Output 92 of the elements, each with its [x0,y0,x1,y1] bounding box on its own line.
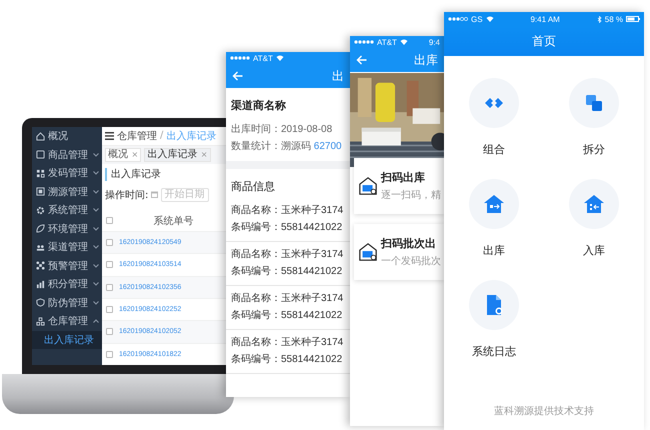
info-line: 出库时间：2019-08-08 [230,122,334,137]
dealer-name: 渠道商名称 [230,98,287,114]
menu-card[interactable]: 扫码批次出 一个发码批次 [354,224,444,280]
tile-button[interactable] [469,280,519,330]
menu-icon[interactable] [105,132,114,140]
section-title: 商品信息 [230,180,276,195]
squares-icon [583,92,605,114]
grid-icon [36,168,45,178]
carrier-name: AT&T [377,38,397,46]
tile-button[interactable] [569,78,619,128]
checkbox[interactable] [106,350,113,358]
card-title: 扫码批次出 [381,236,437,251]
back-arrow-icon[interactable] [232,71,243,81]
sidebar-item[interactable]: 积分管理 [32,275,102,294]
sidebar-item[interactable]: 概况 [32,127,102,146]
tile-button[interactable] [469,78,519,128]
card-title: 扫码出库 [381,170,426,185]
product-name: 商品名称：玉米种子3174 [230,248,344,262]
footer-text: 蓝科溯源提供技术支持 [493,404,595,418]
tab[interactable]: 出入库记录 × [144,148,210,162]
breadcrumb-separator: / [160,130,164,142]
carrier-name: GS [471,14,483,24]
sidebar-item[interactable]: 仓库管理 [32,312,102,330]
checkbox[interactable] [106,238,113,246]
filter-label: 操作时间: [105,188,148,202]
clock: 9:41 AM [530,14,560,24]
sidebar-item[interactable]: 发码管理 [32,164,102,182]
sidebar-item[interactable]: 预警管理 [32,256,102,275]
carrier-name: AT&T [253,54,273,62]
menu-card[interactable]: 扫码出库 逐一扫码，精 [354,158,444,214]
checkbox[interactable] [106,284,113,291]
signal-icon [230,56,250,60]
people-icon [36,242,45,252]
product-name: 商品名称：玉米种子3174 [230,292,344,306]
sidebar-item[interactable]: 环境管理 [32,220,102,238]
house-arrow-icon [583,193,605,215]
tab[interactable]: 概况 × [105,148,142,162]
leaf-icon [36,224,45,234]
card-description: 逐一扫码，精 [381,188,441,202]
tile-label: 入库 [583,244,605,258]
checkbox[interactable] [106,306,113,314]
barcode-number: 条码编号：55814421022 [230,220,344,235]
sidebar-item[interactable]: 商品管理 [32,146,102,164]
tile-label: 组合 [483,143,505,157]
house-icon [36,132,45,141]
product-name: 商品名称：玉米种子3174 [230,336,344,350]
bluetooth-icon [596,16,602,22]
tile-label: 拆分 [583,143,605,157]
grid-icon [36,261,45,270]
checkbox[interactable] [106,328,113,336]
date-field[interactable]: 开始日期 [161,188,210,202]
breadcrumb-current: 出入库记录 [166,130,216,143]
network-icon [36,316,45,326]
calendar-icon [151,191,158,198]
screen-title: 出库 [414,52,438,68]
card-description: 一个发码批次 [381,254,441,268]
breadcrumb-link[interactable]: 仓库管理 [117,128,157,143]
signal-icon [448,17,468,21]
sidebar-item[interactable]: 系统管理 [32,201,102,220]
battery-icon [626,16,640,22]
info-line: 数量统计：溯源码 62700 [230,140,343,154]
checkbox[interactable] [106,261,113,268]
signal-icon [354,40,374,44]
sidebar-item[interactable]: 溯源管理 [32,182,102,201]
wifi-icon [400,39,408,45]
barcode-number: 条码编号：55814421022 [230,264,344,279]
sidebar-item[interactable]: 渠道管理 [32,238,102,256]
house-screen-icon [358,176,378,196]
wifi-icon [486,16,494,22]
product-name: 商品名称：玉米种子3174 [230,204,344,218]
house-screen-icon [358,242,378,262]
sidebar-item[interactable]: 防伪管理 [32,294,102,312]
tile-button[interactable] [569,179,619,229]
battery-percent: 58 % [604,14,623,24]
house-arrow-icon [483,193,505,215]
square-icon [36,187,45,196]
sidebar-subitem[interactable]: 出入库记录 [32,330,102,349]
column-header: 系统单号 [152,214,194,228]
shield-icon [36,298,45,308]
chart-icon [36,280,45,289]
tile-button[interactable] [469,179,519,229]
screen-title: 出 [332,68,344,84]
clock: 9:4 [428,38,440,46]
square-icon [36,150,45,160]
tile-label: 出库 [483,244,505,258]
barcode-number: 条码编号：55814421022 [230,352,344,367]
wifi-icon [276,55,284,61]
tile-label: 系统日志 [472,344,516,359]
checkbox[interactable] [106,217,113,224]
barcode-number: 条码编号：55814421022 [230,308,344,323]
back-arrow-icon[interactable] [356,55,367,65]
screen-title: 首页 [532,32,556,50]
